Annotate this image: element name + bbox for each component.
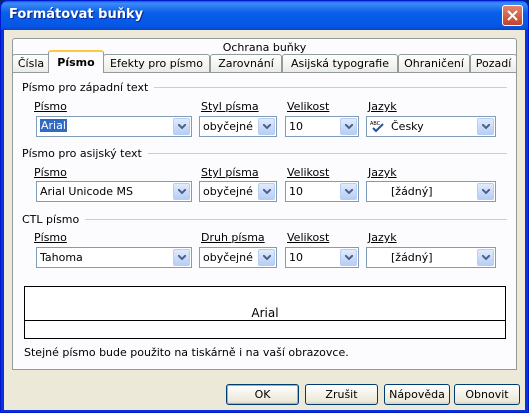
preview-baseline xyxy=(25,320,505,321)
western-group-heading: Písmo pro západní text xyxy=(22,81,507,94)
tab-label: Ochrana buňky xyxy=(222,41,307,54)
combo-value: Arial Unicode MS xyxy=(40,185,133,198)
button-label: OK xyxy=(254,388,271,401)
tab-label: Efekty pro písmo xyxy=(110,57,203,70)
font-preview-box: Arial xyxy=(24,286,506,339)
combo-value: [žádný] xyxy=(391,251,433,264)
western-lang-label: Jazyk xyxy=(368,100,397,113)
tab-label: Ohraničení xyxy=(404,57,464,70)
western-font-label: Písmo xyxy=(34,100,67,113)
title-bar[interactable]: Formátovat buňky xyxy=(1,1,528,30)
asian-language-combo[interactable]: [žádný] xyxy=(366,181,496,202)
chevron-down-icon[interactable] xyxy=(477,118,494,135)
ctl-group-heading: CTL písmo xyxy=(22,213,507,226)
ctl-font-combo[interactable]: Tahoma xyxy=(36,247,192,268)
tab-label: Zarovnání xyxy=(218,57,274,70)
western-size-combo[interactable]: 10 xyxy=(285,116,359,137)
chevron-down-icon[interactable] xyxy=(340,249,357,266)
combo-value: 10 xyxy=(289,120,303,133)
ctl-style-combo[interactable]: obyčejné xyxy=(199,247,277,268)
close-button[interactable] xyxy=(502,5,523,26)
dialog-window: Formátovat buňky Ochrana buňky Čísla Pís… xyxy=(0,0,529,413)
button-label: Nápověda xyxy=(389,388,445,401)
window-title: Formátovat buňky xyxy=(9,7,144,22)
asian-font-combo[interactable]: Arial Unicode MS xyxy=(36,181,192,202)
asian-group-heading: Písmo pro asijský text xyxy=(22,147,507,160)
tab-pismo[interactable]: Písmo xyxy=(48,50,104,73)
combo-value: [žádný] xyxy=(391,185,433,198)
button-label: Obnovit xyxy=(465,388,509,401)
svg-text:ABC: ABC xyxy=(370,121,381,127)
asian-size-combo[interactable]: 10 xyxy=(285,181,359,202)
asian-style-combo[interactable]: obyčejné xyxy=(199,181,277,202)
western-font-combo[interactable]: Arial xyxy=(36,116,192,137)
combo-value: obyčejné xyxy=(203,251,253,264)
tab-label: Písmo xyxy=(57,56,95,69)
preview-text: Arial xyxy=(249,306,281,320)
combo-value: 10 xyxy=(289,185,303,198)
tab-pozadi[interactable]: Pozadí xyxy=(470,54,517,72)
tab-label: Čísla xyxy=(17,57,45,70)
chevron-down-icon[interactable] xyxy=(258,183,275,200)
ctl-size-label: Velikost xyxy=(287,231,330,244)
tab-label: Asijská typografie xyxy=(291,57,389,70)
chevron-down-icon[interactable] xyxy=(477,183,494,200)
close-icon xyxy=(507,10,518,21)
tab-label: Pozadí xyxy=(475,57,512,70)
combo-value: 10 xyxy=(289,251,303,264)
asian-lang-label: Jazyk xyxy=(368,166,397,179)
help-button[interactable]: Nápověda xyxy=(384,384,450,405)
dialog-client-area: Ochrana buňky Čísla Písmo Efekty pro pís… xyxy=(4,30,525,410)
western-style-combo[interactable]: obyčejné xyxy=(199,116,277,137)
cancel-button[interactable]: Zrušit xyxy=(305,384,378,405)
western-style-label: Styl písma xyxy=(201,100,259,113)
tab-zarovnani[interactable]: Zarovnání xyxy=(210,54,282,72)
ctl-font-label: Písmo xyxy=(34,231,67,244)
chevron-down-icon[interactable] xyxy=(258,249,275,266)
chevron-down-icon[interactable] xyxy=(340,183,357,200)
button-label: Zrušit xyxy=(325,388,358,401)
group-heading-text: Písmo pro západní text xyxy=(22,81,149,94)
ctl-language-combo[interactable]: [žádný] xyxy=(366,247,496,268)
ctl-lang-label: Jazyk xyxy=(368,231,397,244)
reset-button[interactable]: Obnovit xyxy=(454,384,520,405)
tab-asijska-typografie[interactable]: Asijská typografie xyxy=(282,54,398,72)
combo-value: Arial xyxy=(40,119,67,132)
ctl-style-label: Druh písma xyxy=(201,231,265,244)
chevron-down-icon[interactable] xyxy=(173,118,190,135)
combo-value: obyčejné xyxy=(203,120,253,133)
chevron-down-icon[interactable] xyxy=(340,118,357,135)
ctl-size-combo[interactable]: 10 xyxy=(285,247,359,268)
chevron-down-icon[interactable] xyxy=(477,249,494,266)
asian-font-label: Písmo xyxy=(34,166,67,179)
asian-size-label: Velikost xyxy=(287,166,330,179)
spellcheck-abc-icon: ABC xyxy=(370,120,386,136)
chevron-down-icon[interactable] xyxy=(173,183,190,200)
ok-button[interactable]: OK xyxy=(226,384,299,405)
asian-style-label: Styl písma xyxy=(201,166,259,179)
combo-value: Česky xyxy=(391,120,424,133)
preview-note: Stejné písmo bude použito na tiskárně i … xyxy=(24,346,349,359)
group-heading-text: Písmo pro asijský text xyxy=(22,147,142,160)
western-language-combo[interactable]: ABC Česky xyxy=(366,116,496,137)
chevron-down-icon[interactable] xyxy=(258,118,275,135)
group-heading-text: CTL písmo xyxy=(22,213,80,226)
tab-cisla[interactable]: Čísla xyxy=(12,54,50,72)
combo-value: obyčejné xyxy=(203,185,253,198)
combo-value: Tahoma xyxy=(40,251,83,264)
western-size-label: Velikost xyxy=(287,100,330,113)
tab-efekty-pro-pismo[interactable]: Efekty pro písmo xyxy=(103,54,210,72)
tab-ohraniceni[interactable]: Ohraničení xyxy=(398,54,470,72)
tab-panel-pismo: Písmo pro západní text Písmo Styl písma … xyxy=(12,72,517,370)
chevron-down-icon[interactable] xyxy=(173,249,190,266)
